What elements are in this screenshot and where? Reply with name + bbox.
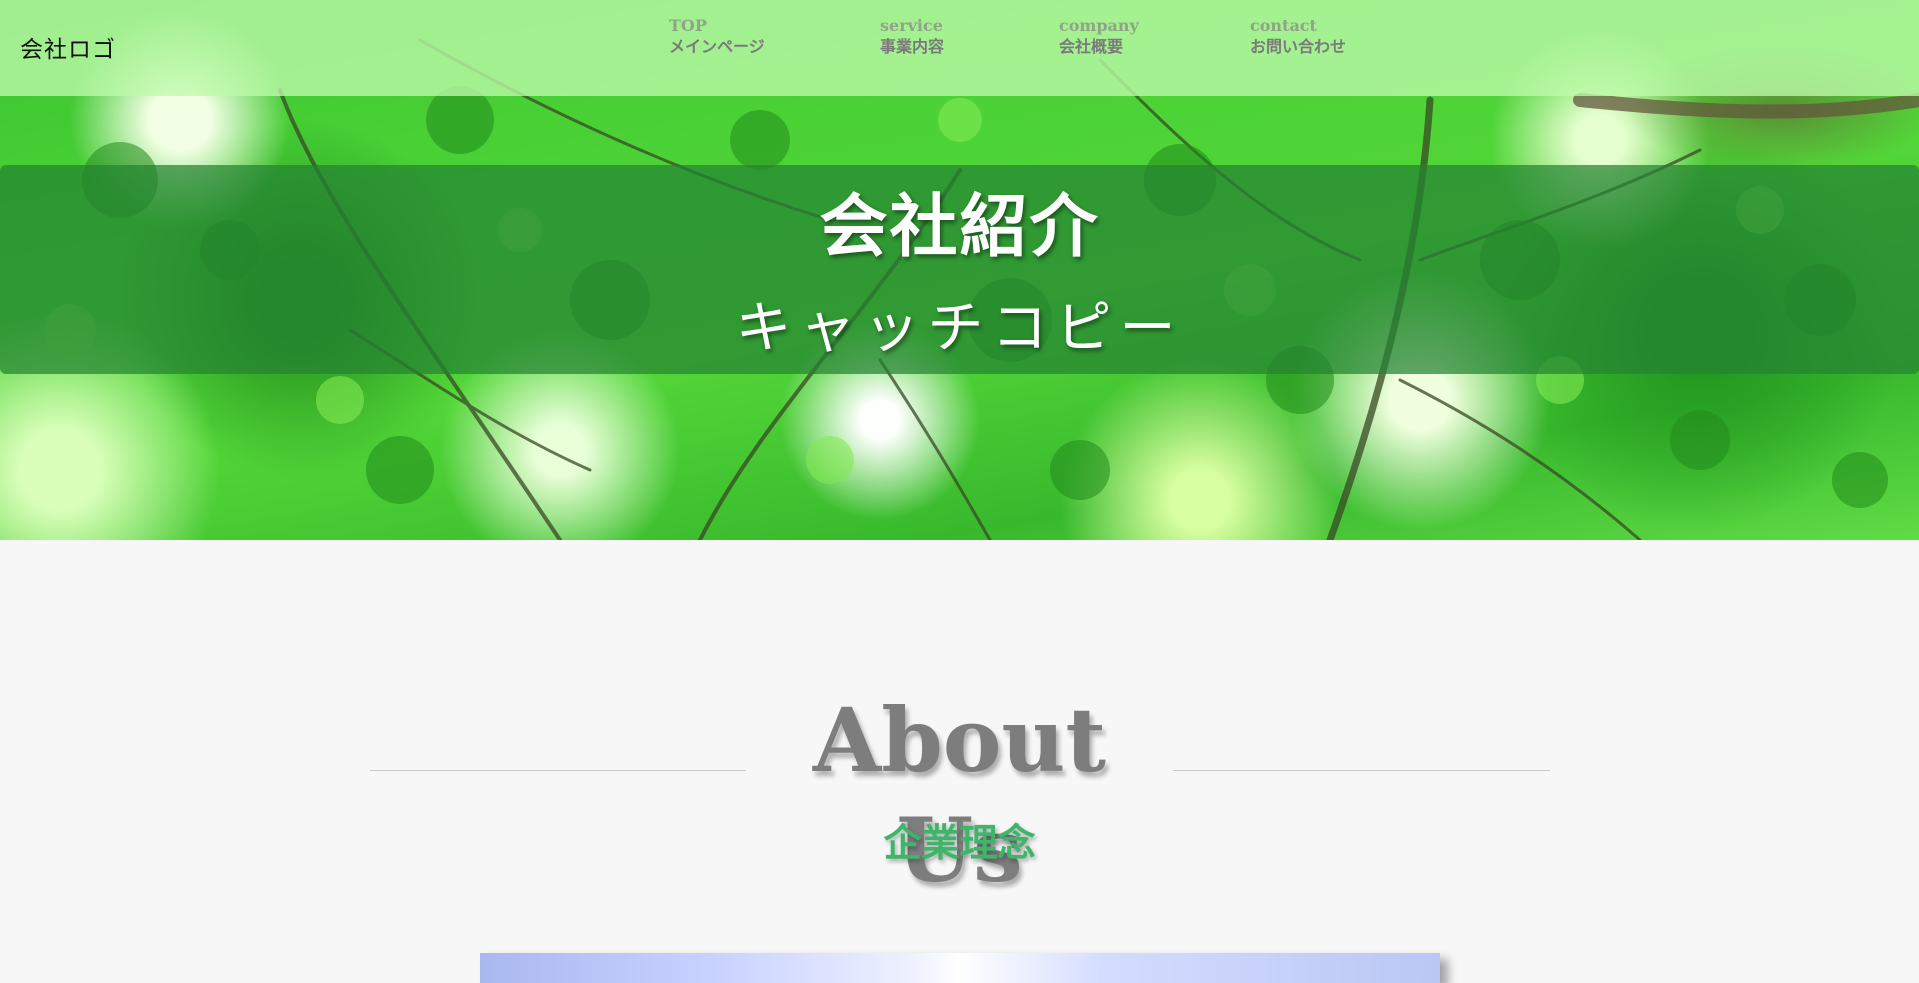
about-subheading: 企業理念 [883, 820, 1036, 865]
heading-divider-left [370, 770, 746, 771]
nav-item-ja-label: 事業内容 [880, 37, 945, 56]
nav-item-en-label: service [880, 16, 943, 35]
catch-copy: キャッチコピー [735, 296, 1184, 361]
nav-item-company[interactable]: company 会社概要 [1059, 16, 1250, 58]
heading-divider-right [1173, 770, 1550, 771]
main-nav: TOP メインページ service 事業内容 company 会社概要 con… [669, 16, 1390, 58]
about-section: About Us 企業理念 [0, 540, 1919, 983]
about-heading: About Us [812, 688, 1107, 902]
nav-item-en-label: company [1059, 16, 1139, 35]
nav-item-ja-label: お問い合わせ [1250, 37, 1347, 56]
nav-item-en-label: TOP [669, 16, 707, 35]
site-header: 会社ロゴ TOP メインページ service 事業内容 company 会社概… [0, 0, 1919, 96]
company-logo[interactable]: 会社ロゴ [20, 30, 116, 64]
nav-item-ja-label: メインページ [669, 37, 765, 56]
page-title: 会社紹介 [819, 187, 1100, 267]
about-image [480, 953, 1440, 983]
hero-title-band: 会社紹介 キャッチコピー [0, 165, 1919, 374]
nav-item-contact[interactable]: contact お問い合わせ [1250, 16, 1390, 58]
nav-item-top[interactable]: TOP メインページ [669, 16, 880, 58]
nav-item-service[interactable]: service 事業内容 [880, 16, 1059, 58]
nav-item-en-label: contact [1250, 16, 1317, 35]
nav-item-ja-label: 会社概要 [1059, 37, 1124, 56]
